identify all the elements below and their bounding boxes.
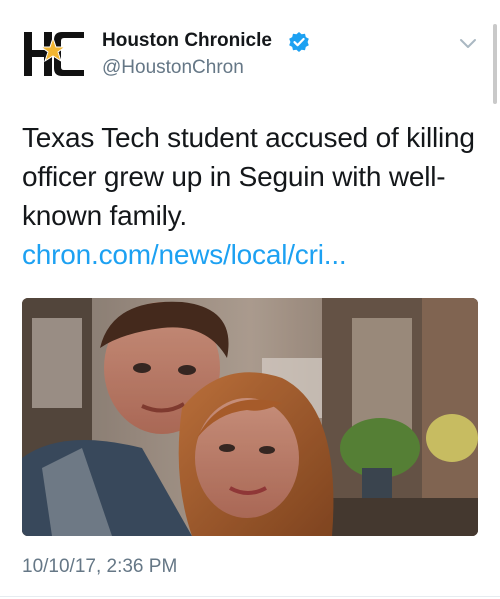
tweet-link[interactable]: chron.com/news/local/cri... [22,239,347,270]
chevron-down-icon[interactable] [459,37,477,49]
tweet-timestamp[interactable]: 10/10/17, 2:36 PM [22,556,177,578]
houston-chronicle-logo[interactable] [22,28,86,80]
tweet-card[interactable]: Houston Chronicle @HoustonChron Texas Te… [0,0,500,599]
verified-badge-icon [288,31,310,53]
tweet-text: Texas Tech student accused of killing of… [22,118,484,274]
divider [0,596,500,597]
tweet-photo[interactable] [22,298,478,536]
author-handle[interactable]: @HoustonChron [102,57,244,79]
tweet-body: Texas Tech student accused of killing of… [22,122,475,231]
scrollbar[interactable] [493,24,497,104]
author-name[interactable]: Houston Chronicle [102,30,272,52]
